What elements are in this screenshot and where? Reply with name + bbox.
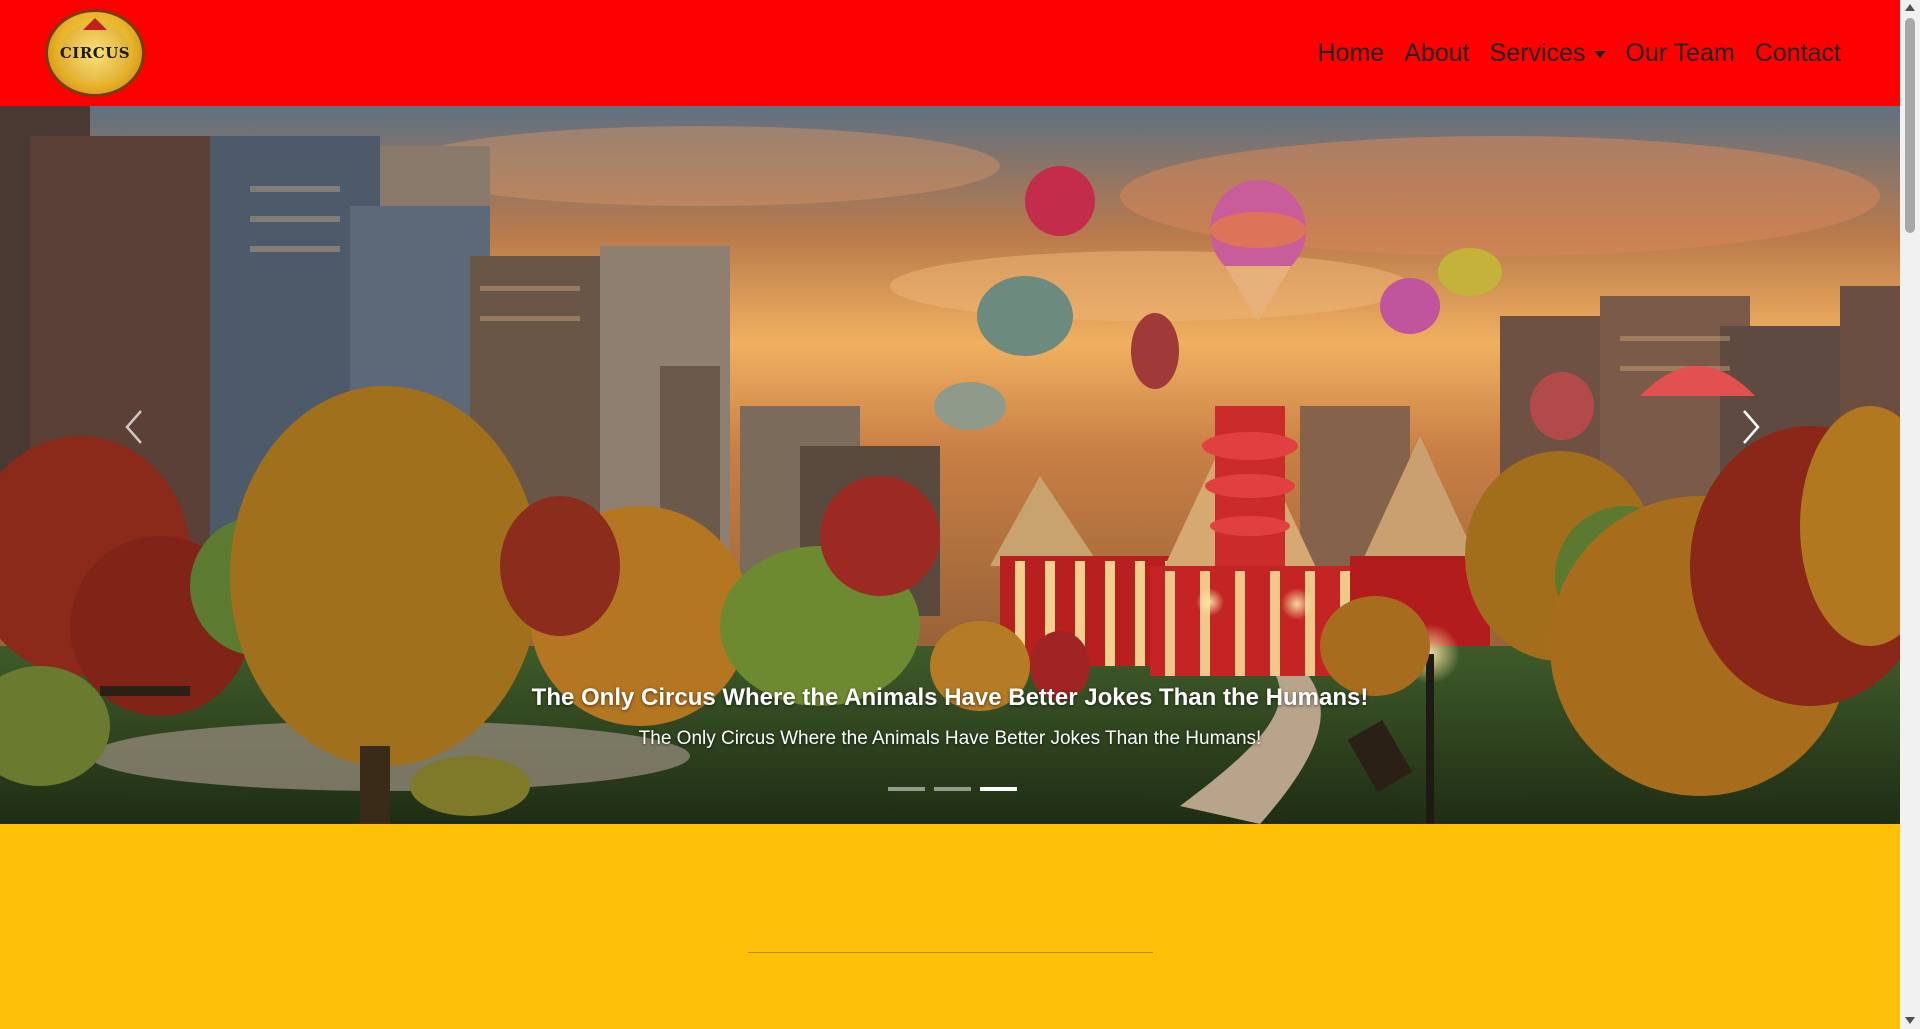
scroll-down-icon[interactable] bbox=[1905, 1017, 1915, 1024]
nav-link-home[interactable]: Home bbox=[1318, 39, 1385, 68]
page: CIRCUS Home About Services Our Team Cont… bbox=[0, 0, 1900, 1029]
carousel-indicator-1[interactable] bbox=[887, 787, 925, 791]
nav-links: Home About Services Our Team Contact bbox=[1318, 39, 1841, 68]
nav-link-contact[interactable]: Contact bbox=[1755, 39, 1841, 68]
carousel-prev-button[interactable] bbox=[123, 409, 163, 463]
hero-carousel: The Only Circus Where the Animals Have B… bbox=[0, 106, 1900, 824]
yellow-content-section bbox=[0, 824, 1900, 1029]
carousel-next-button[interactable] bbox=[1740, 409, 1780, 463]
section-divider bbox=[748, 952, 1153, 953]
nav-link-services-label: Services bbox=[1489, 38, 1586, 67]
page-scrollbar[interactable] bbox=[1900, 0, 1920, 1029]
chevron-left-icon bbox=[125, 410, 142, 444]
navbar: CIRCUS Home About Services Our Team Cont… bbox=[0, 0, 1900, 106]
carousel-indicators bbox=[0, 787, 1900, 791]
caret-down-icon bbox=[1593, 50, 1606, 58]
nav-link-services[interactable]: Services bbox=[1490, 39, 1606, 68]
carousel-indicator-3[interactable] bbox=[979, 787, 1017, 791]
hero-image bbox=[0, 106, 1900, 824]
nav-link-about[interactable]: About bbox=[1404, 39, 1469, 68]
logo-text: CIRCUS bbox=[60, 23, 130, 83]
tent-icon bbox=[83, 18, 107, 30]
chevron-right-icon bbox=[1743, 410, 1760, 444]
carousel-caption-subtitle: The Only Circus Where the Animals Have B… bbox=[638, 728, 1262, 749]
carousel-indicator-2[interactable] bbox=[933, 787, 971, 791]
nav-link-our-team[interactable]: Our Team bbox=[1626, 39, 1735, 68]
scrollbar-thumb[interactable] bbox=[1905, 18, 1915, 233]
circus-logo[interactable]: CIRCUS bbox=[45, 9, 145, 97]
carousel-caption-title: The Only Circus Where the Animals Have B… bbox=[531, 684, 1369, 711]
scroll-up-icon[interactable] bbox=[1905, 4, 1915, 11]
